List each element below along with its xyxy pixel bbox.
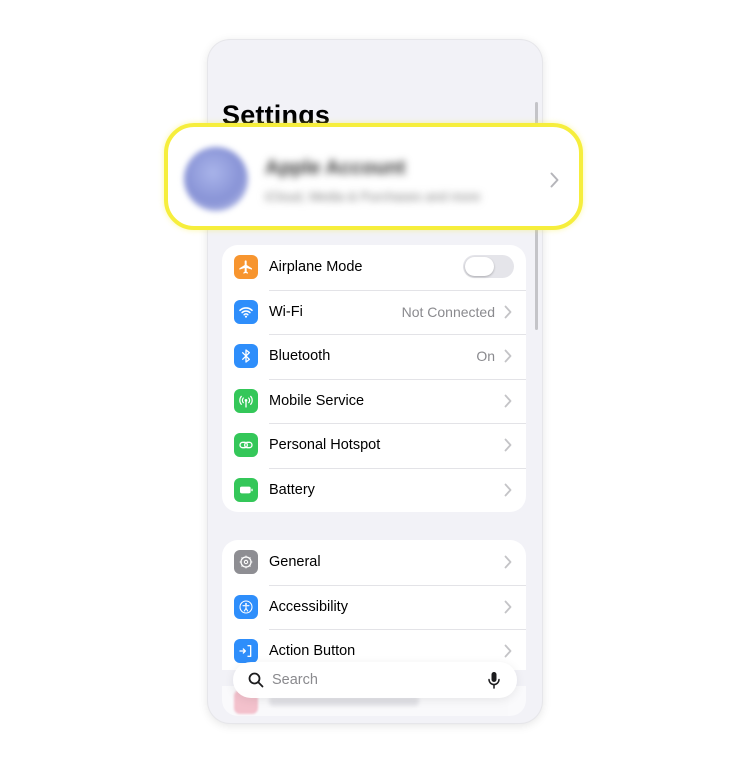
action-button-label: Action Button: [269, 643, 356, 660]
personal-hotspot-row[interactable]: Personal Hotspot: [222, 423, 526, 468]
battery-label: Battery: [269, 481, 315, 498]
action-button-icon: [234, 639, 258, 663]
link-icon: [234, 433, 258, 457]
airplane-icon: [234, 255, 258, 279]
accessibility-label: Accessibility: [269, 598, 348, 615]
accessibility-row[interactable]: Accessibility: [222, 584, 526, 630]
mobile-service-label: Mobile Service: [269, 392, 365, 409]
wifi-status: Not Connected: [401, 303, 495, 320]
account-name: Apple Account: [265, 157, 406, 179]
wifi-label: Wi-Fi: [269, 303, 303, 320]
airplane-mode-row[interactable]: Airplane Mode: [222, 245, 526, 290]
bluetooth-status: On: [476, 348, 495, 365]
mobile-service-row[interactable]: Mobile Service: [222, 378, 526, 424]
chevron-right-icon: [504, 438, 512, 452]
chevron-right-icon: [504, 483, 512, 496]
account-card[interactable]: Apple Account iCloud, Media & Purchases …: [164, 123, 583, 230]
bluetooth-icon: [234, 344, 258, 368]
wifi-icon: [234, 299, 258, 324]
system-group: General Accessibility Action Button: [222, 540, 526, 670]
bluetooth-row[interactable]: Bluetooth On: [222, 334, 526, 379]
airplane-mode-label: Airplane Mode: [269, 259, 363, 276]
general-row[interactable]: General: [222, 540, 526, 585]
search-input[interactable]: Search: [272, 672, 318, 688]
connectivity-group: Airplane Mode Wi-Fi Not Connected Blueto…: [222, 245, 526, 512]
personal-hotspot-label: Personal Hotspot: [269, 437, 381, 454]
search-icon: [248, 672, 264, 688]
bluetooth-label: Bluetooth: [269, 348, 331, 365]
accessibility-icon: [234, 594, 258, 619]
general-label: General: [269, 554, 321, 571]
chevron-right-icon: [504, 394, 512, 407]
gear-icon: [234, 550, 258, 574]
chevron-right-icon: [504, 555, 512, 569]
chevron-right-icon: [504, 305, 512, 318]
battery-row[interactable]: Battery: [222, 467, 526, 513]
chevron-right-icon: [504, 349, 512, 363]
chevron-right-icon: [550, 172, 559, 188]
microphone-icon[interactable]: [488, 671, 500, 689]
avatar: [184, 147, 248, 211]
toggle-knob: [465, 257, 494, 276]
antenna-icon: [234, 388, 258, 413]
account-subtitle: iCloud, Media & Purchases and more: [265, 189, 481, 204]
search-bar[interactable]: Search: [233, 662, 517, 698]
airplane-mode-toggle[interactable]: [463, 255, 514, 278]
chevron-right-icon: [504, 600, 512, 613]
wifi-row[interactable]: Wi-Fi Not Connected: [222, 289, 526, 335]
chevron-right-icon: [504, 644, 512, 658]
battery-icon: [234, 477, 258, 502]
